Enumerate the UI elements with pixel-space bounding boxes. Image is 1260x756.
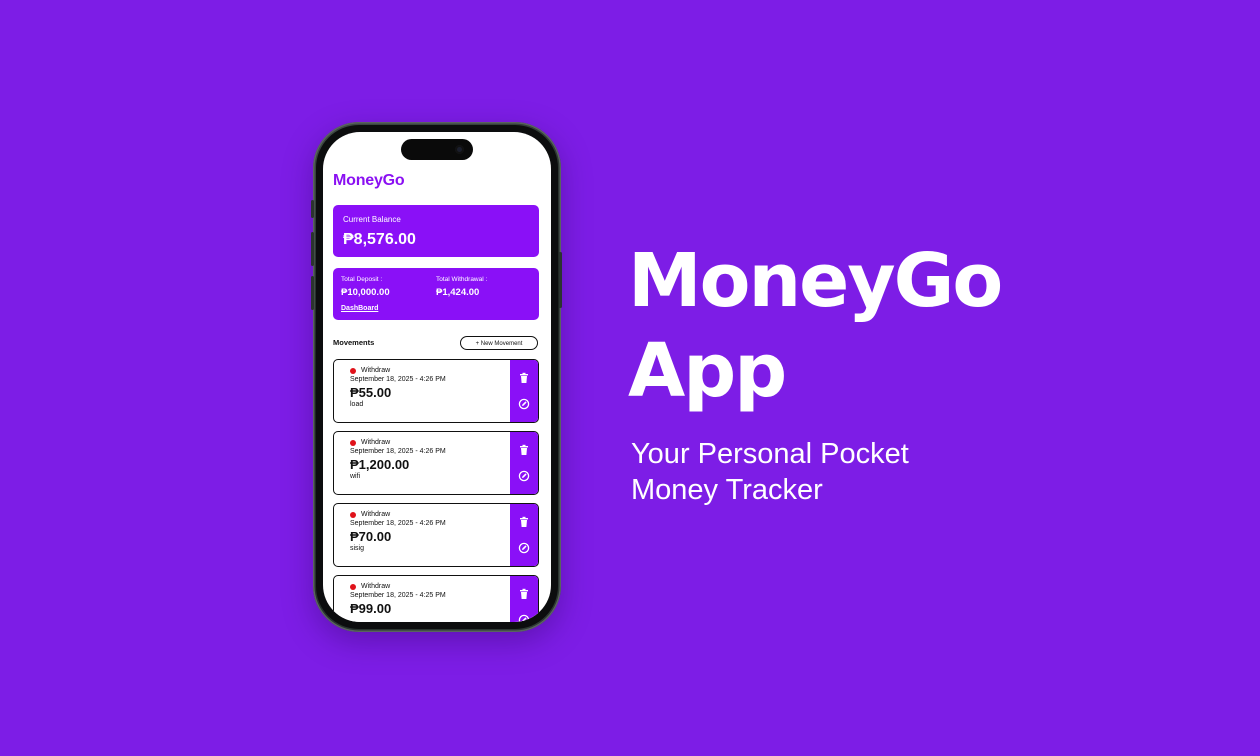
movement-item: Withdraw September 18, 2025 - 4:26 PM ₱1…	[333, 431, 539, 495]
app-title: MoneyGo	[333, 172, 405, 189]
withdraw-dot-icon	[350, 511, 356, 518]
balance-label: Current Balance	[343, 215, 401, 224]
dynamic-island	[401, 139, 473, 160]
movement-date: September 18, 2025 - 4:26 PM	[350, 448, 446, 455]
balance-card: Current Balance ₱8,576.00	[333, 205, 539, 257]
trash-icon[interactable]	[518, 444, 530, 456]
edit-icon[interactable]	[518, 398, 530, 410]
hero-title: MoneyGo App	[628, 236, 1003, 416]
hero-subtitle-line2: Money Tracker	[631, 474, 823, 506]
phone-action-button	[311, 200, 314, 218]
movement-item: Withdraw September 18, 2025 - 4:25 PM ₱9…	[333, 575, 539, 622]
movement-amount: ₱70.00	[350, 529, 392, 544]
movement-date: September 18, 2025 - 4:26 PM	[350, 376, 446, 383]
movement-actions	[510, 504, 538, 566]
movements-heading: Movements	[333, 338, 375, 347]
movement-actions	[510, 432, 538, 494]
hero-subtitle-line1: Your Personal Pocket	[631, 438, 909, 470]
edit-icon[interactable]	[518, 614, 530, 622]
phone-screen: MoneyGo Current Balance ₱8,576.00 Total …	[323, 132, 551, 622]
hero-subtitle: Your Personal Pocket Money Tracker	[631, 436, 909, 508]
movement-note: sisig	[350, 545, 365, 552]
movement-actions	[510, 360, 538, 422]
withdraw-dot-icon	[350, 439, 356, 446]
edit-icon[interactable]	[518, 470, 530, 482]
movement-date: September 18, 2025 - 4:25 PM	[350, 592, 446, 599]
withdraw-dot-icon	[350, 367, 356, 374]
new-movement-button[interactable]: + New Movement	[460, 336, 538, 350]
movement-note: wifi	[350, 473, 361, 480]
phone-volume-down-button	[311, 276, 314, 310]
movement-item: Withdraw September 18, 2025 - 4:26 PM ₱5…	[333, 359, 539, 423]
total-withdrawal-value: ₱1,424.00	[436, 287, 480, 298]
hero-title-line2: App	[628, 328, 787, 414]
movement-amount: ₱55.00	[350, 385, 392, 400]
summary-card: Total Deposit : ₱10,000.00 Total Withdra…	[333, 268, 539, 320]
balance-value: ₱8,576.00	[343, 231, 416, 248]
total-deposit-value: ₱10,000.00	[341, 287, 390, 298]
total-withdrawal-label: Total Withdrawal :	[436, 276, 488, 283]
withdraw-dot-icon	[350, 583, 356, 590]
movement-actions	[510, 576, 538, 622]
total-deposit-label: Total Deposit :	[341, 276, 383, 283]
phone-power-button	[559, 252, 562, 308]
movement-amount: ₱1,200.00	[350, 457, 410, 472]
trash-icon[interactable]	[518, 372, 530, 384]
edit-icon[interactable]	[518, 542, 530, 554]
movement-item: Withdraw September 18, 2025 - 4:26 PM ₱7…	[333, 503, 539, 567]
trash-icon[interactable]	[518, 588, 530, 600]
movements-list: Withdraw September 18, 2025 - 4:26 PM ₱5…	[333, 359, 539, 622]
front-camera-icon	[455, 145, 464, 154]
movement-type: Withdraw	[361, 367, 391, 374]
trash-icon[interactable]	[518, 516, 530, 528]
movement-note: load	[350, 401, 364, 408]
movement-type: Withdraw	[361, 511, 391, 518]
hero-title-line1: MoneyGo	[628, 238, 1003, 324]
movement-amount: ₱99.00	[350, 601, 392, 616]
movement-type: Withdraw	[361, 439, 391, 446]
phone-volume-up-button	[311, 232, 314, 266]
dashboard-link[interactable]: DashBoard	[341, 305, 378, 312]
movement-type: Withdraw	[361, 583, 391, 590]
movement-date: September 18, 2025 - 4:26 PM	[350, 520, 446, 527]
